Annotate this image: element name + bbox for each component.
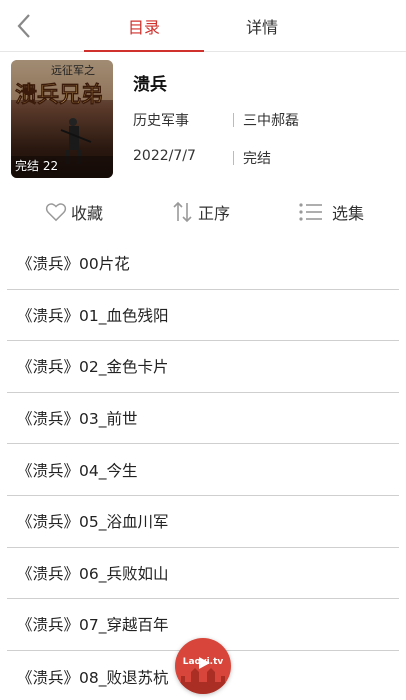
back-button[interactable]: [8, 10, 40, 42]
heart-icon: [45, 203, 67, 222]
book-info: 远征军之 溃兵兄弟 完结 22 溃兵 历史军事 三中郝磊 2022/7/7 完结: [0, 52, 406, 184]
episode-item[interactable]: 《溃兵》05_浴血川军: [7, 496, 399, 548]
episode-list: 《溃兵》00片花 《溃兵》01_血色残阳 《溃兵》02_金色卡片 《溃兵》03_…: [7, 238, 399, 700]
fab-label: Laoyi.tv: [182, 657, 224, 667]
book-cover[interactable]: 远征军之 溃兵兄弟 完结 22: [11, 60, 113, 178]
action-bar: 收藏 正序 选集: [0, 192, 406, 232]
episode-item[interactable]: 《溃兵》00片花: [7, 238, 399, 290]
chevron-left-icon: [17, 14, 30, 38]
cover-art-subtitle: 远征军之: [51, 63, 95, 77]
episode-item[interactable]: 《溃兵》06_兵败如山: [7, 548, 399, 600]
episode-item[interactable]: 《溃兵》04_今生: [7, 444, 399, 496]
meta-divider: [233, 113, 234, 127]
episode-item[interactable]: 《溃兵》01_血色残阳: [7, 290, 399, 342]
floating-player-button[interactable]: Laoyi.tv: [175, 638, 231, 694]
sort-order-label: 正序: [198, 204, 231, 223]
select-episodes-label: 选集: [332, 204, 365, 223]
tab-catalog[interactable]: 目录: [84, 0, 204, 52]
cover-status-badge: 完结 22: [15, 159, 59, 173]
top-bar: 目录 详情: [0, 0, 406, 52]
sort-icon: [173, 201, 192, 223]
book-status: 完结: [243, 151, 271, 167]
meta-divider: [233, 151, 234, 165]
select-episodes-button[interactable]: 选集: [298, 192, 364, 232]
list-icon: [299, 203, 322, 221]
book-genre: 历史军事: [133, 113, 189, 129]
favorite-button[interactable]: 收藏: [45, 192, 103, 232]
episode-item[interactable]: 《溃兵》03_前世: [7, 393, 399, 445]
favorite-label: 收藏: [71, 204, 104, 223]
book-author: 三中郝磊: [243, 113, 299, 129]
book-date: 2022/7/7: [133, 148, 196, 164]
tab-details[interactable]: 详情: [202, 0, 322, 52]
book-title: 溃兵: [133, 75, 167, 95]
sort-order-button[interactable]: 正序: [172, 192, 230, 232]
cover-art-title: 溃兵兄弟: [15, 82, 103, 108]
episode-item[interactable]: 《溃兵》02_金色卡片: [7, 341, 399, 393]
